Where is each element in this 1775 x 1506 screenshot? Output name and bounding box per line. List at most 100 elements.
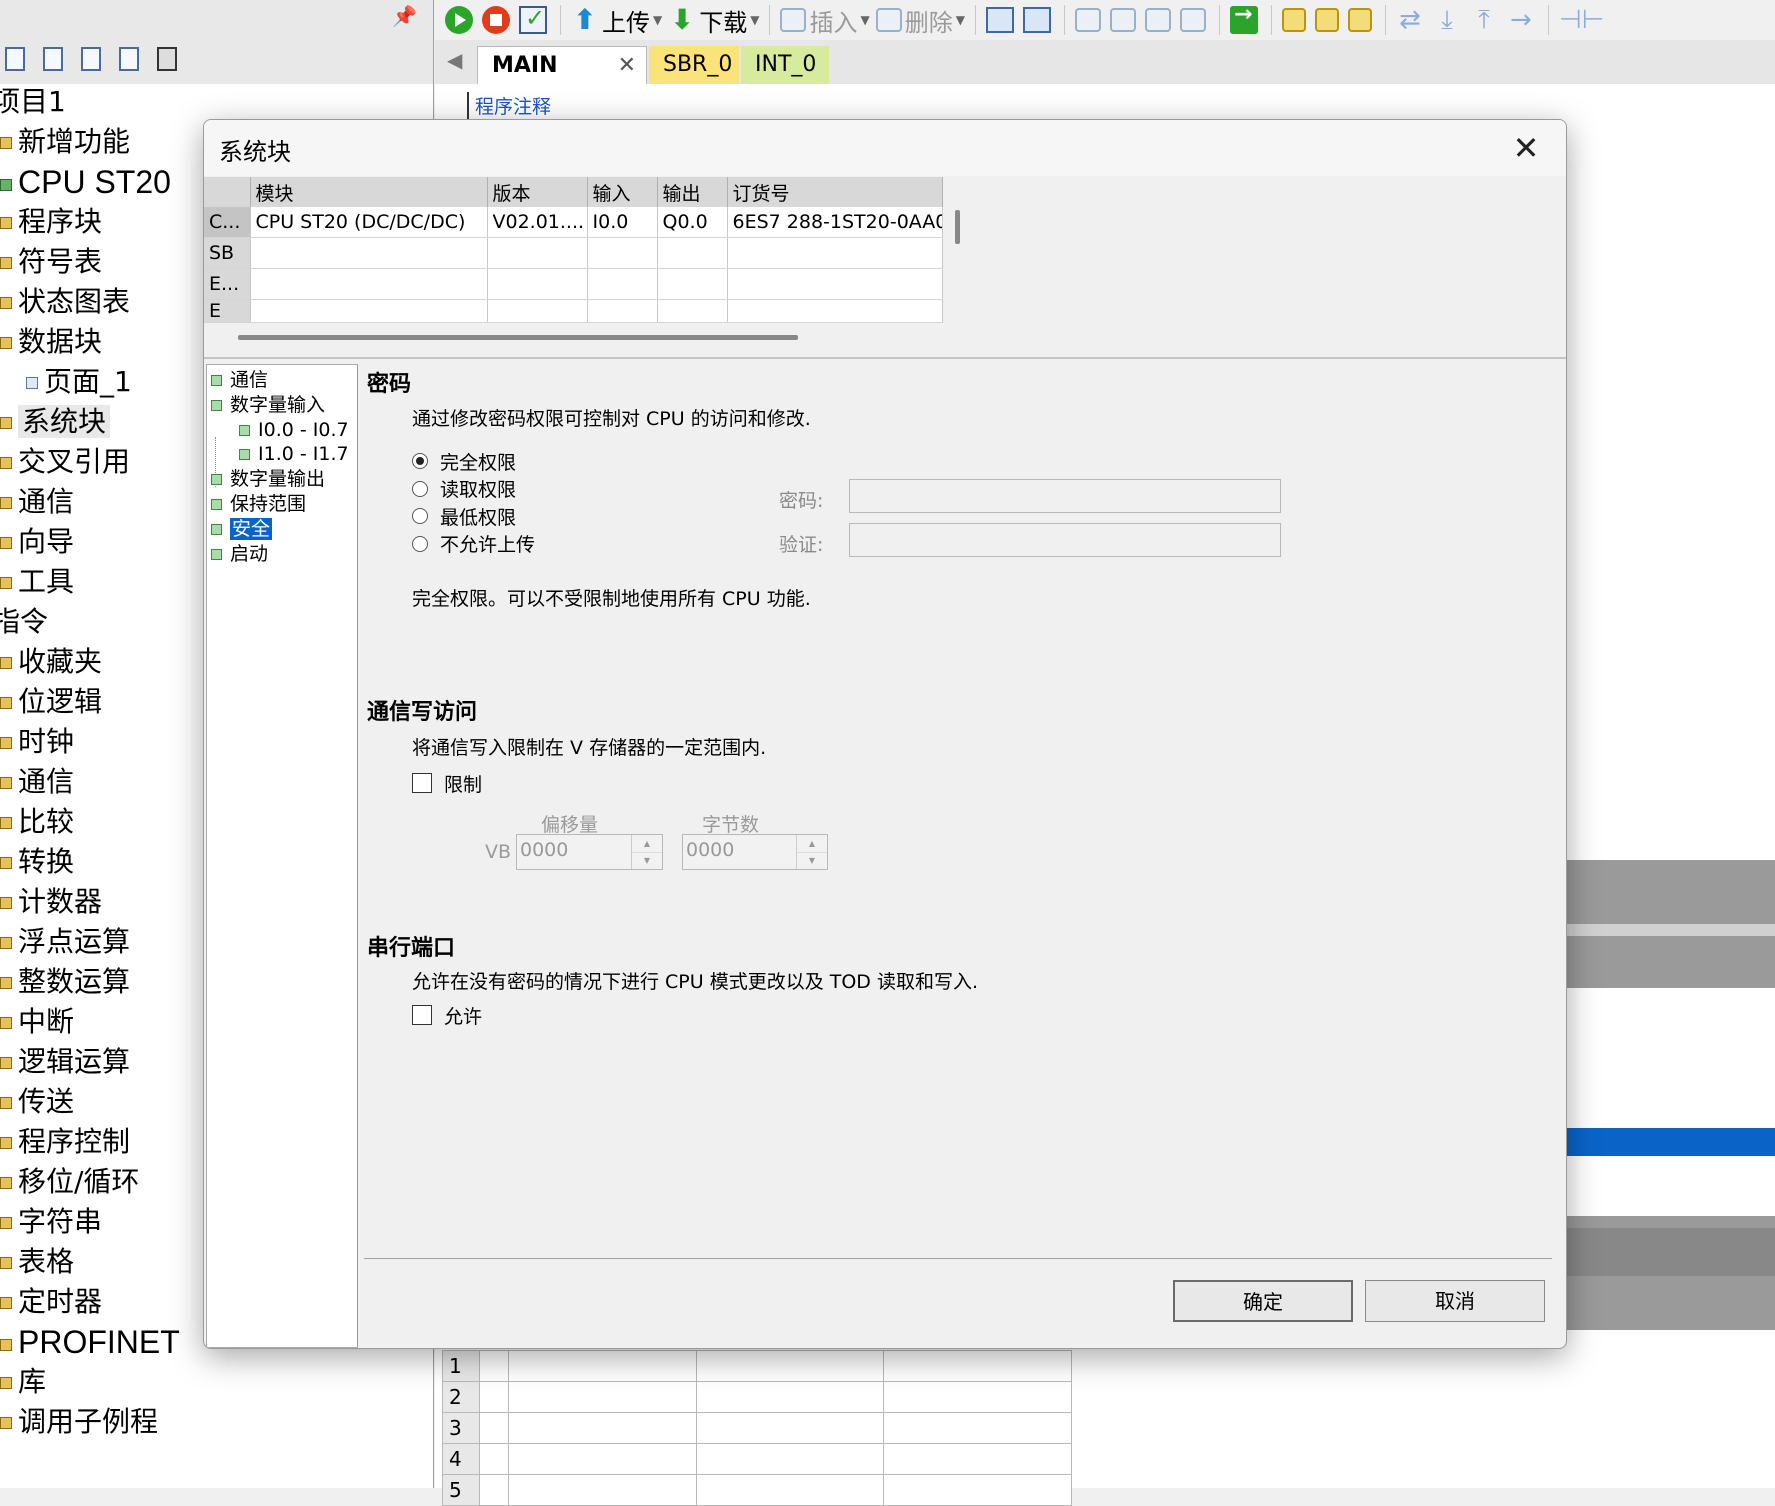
tree-item[interactable]: CPU ST20 bbox=[0, 162, 171, 202]
table-row[interactable]: 4 bbox=[442, 1443, 1072, 1475]
module-table-hscrollbar[interactable] bbox=[238, 335, 798, 340]
tree-item[interactable]: 系统块 bbox=[0, 402, 111, 442]
table-cell[interactable] bbox=[587, 237, 658, 269]
insert-button[interactable]: 插入 ▼ bbox=[780, 3, 870, 37]
table-cell[interactable]: CPU ST20 (DC/DC/DC) bbox=[250, 207, 488, 238]
download-button[interactable]: ⬇ 下载 ▼ bbox=[668, 3, 760, 37]
table-row[interactable]: 2 bbox=[442, 1381, 1072, 1413]
nav-item[interactable]: 保持范围 bbox=[211, 491, 308, 517]
table-cell[interactable] bbox=[883, 1350, 1072, 1382]
table-cell[interactable] bbox=[695, 1412, 885, 1444]
tree-item[interactable]: 比较 bbox=[0, 802, 74, 842]
nav-item[interactable]: I0.0 - I0.7 bbox=[239, 417, 351, 443]
branch-button-2[interactable]: ⤓ bbox=[1433, 3, 1464, 37]
stop-button[interactable] bbox=[482, 3, 513, 37]
tab-close-icon[interactable]: ✕ bbox=[618, 47, 636, 85]
tree-item[interactable]: 状态图表 bbox=[0, 282, 130, 322]
delete-dropdown-icon[interactable]: ▼ bbox=[956, 13, 965, 27]
module-table-vscrollbar[interactable] bbox=[955, 210, 960, 244]
tab-int0[interactable]: INT_0 bbox=[741, 46, 829, 84]
network-button-1[interactable] bbox=[985, 3, 1017, 37]
table-cell[interactable] bbox=[479, 1381, 509, 1413]
table-cell[interactable] bbox=[487, 268, 588, 300]
upload-button[interactable]: ⬆ 上传 ▼ bbox=[571, 3, 662, 37]
compile-button[interactable] bbox=[519, 3, 550, 37]
tree-item[interactable]: 页面_1 bbox=[26, 362, 132, 402]
table-cell[interactable] bbox=[479, 1412, 509, 1444]
upload-dropdown-icon[interactable]: ▼ bbox=[653, 13, 662, 27]
table-row[interactable]: E... bbox=[204, 268, 943, 300]
table-cell[interactable] bbox=[587, 268, 658, 300]
variable-table[interactable]: 12345 bbox=[442, 1350, 1072, 1506]
tree-item[interactable]: 程序块 bbox=[0, 202, 102, 242]
tree-item[interactable]: 浮点运算 bbox=[0, 922, 130, 962]
branch-button-3[interactable]: ⤒ bbox=[1470, 3, 1501, 37]
tree-item[interactable]: 项目1 bbox=[0, 82, 66, 122]
view-icon-3[interactable] bbox=[76, 44, 106, 74]
lock-button-3[interactable] bbox=[1347, 3, 1375, 37]
password-level-option[interactable]: 完全权限 bbox=[412, 447, 516, 475]
table-cell[interactable] bbox=[727, 299, 943, 323]
nav-item[interactable]: 安全 bbox=[211, 516, 274, 542]
tree-item[interactable]: 传送 bbox=[0, 1082, 74, 1122]
byte-count-up-icon[interactable]: ▲ bbox=[797, 835, 827, 853]
cancel-button[interactable]: 取消 bbox=[1365, 1280, 1545, 1322]
table-cell[interactable] bbox=[657, 237, 728, 269]
nav-item[interactable]: 数字量输出 bbox=[211, 466, 327, 492]
tree-item[interactable]: 符号表 bbox=[0, 242, 102, 282]
program-comment[interactable]: 程序注释 bbox=[467, 92, 551, 119]
clear-bookmark-button[interactable] bbox=[1179, 3, 1209, 37]
close-icon[interactable]: ✕ bbox=[1508, 130, 1544, 166]
password-input[interactable] bbox=[849, 479, 1281, 513]
tree-item[interactable]: 库 bbox=[0, 1362, 46, 1402]
tab-sbr0[interactable]: SBR_0 bbox=[649, 46, 739, 84]
table-row[interactable]: 3 bbox=[442, 1412, 1072, 1444]
pin-icon[interactable]: 📌 bbox=[392, 4, 417, 28]
tree-item[interactable]: 计数器 bbox=[0, 882, 102, 922]
tree-item[interactable]: 字符串 bbox=[0, 1202, 102, 1242]
table-cell[interactable] bbox=[657, 299, 728, 323]
tree-item[interactable]: 移位/循环 bbox=[0, 1162, 139, 1202]
table-cell[interactable]: I0.0 bbox=[587, 207, 658, 238]
byte-count-down-icon[interactable]: ▼ bbox=[797, 852, 827, 869]
table-cell[interactable] bbox=[695, 1350, 885, 1382]
tree-item[interactable]: 整数运算 bbox=[0, 962, 130, 1002]
slot-cell[interactable]: E... bbox=[204, 268, 251, 300]
tree-item[interactable]: 新增功能 bbox=[0, 122, 130, 162]
network-button-2[interactable] bbox=[1022, 3, 1054, 37]
view-icon-4[interactable] bbox=[114, 44, 144, 74]
view-icon-1[interactable] bbox=[0, 44, 30, 74]
nav-item[interactable]: I1.0 - I1.7 bbox=[239, 441, 351, 467]
tree-item[interactable]: 程序控制 bbox=[0, 1122, 130, 1162]
radio-button[interactable] bbox=[412, 480, 428, 497]
table-cell[interactable] bbox=[487, 237, 588, 269]
radio-button[interactable] bbox=[412, 453, 428, 469]
offset-stepper[interactable]: 0000 ▲ ▼ bbox=[516, 834, 663, 870]
table-cell[interactable] bbox=[479, 1350, 509, 1382]
tree-item[interactable]: 向导 bbox=[0, 522, 74, 562]
table-cell[interactable] bbox=[883, 1381, 1072, 1413]
table-cell[interactable]: 6ES7 288-1ST20-0AA0 bbox=[727, 207, 943, 238]
tree-item[interactable]: 通信 bbox=[0, 482, 74, 522]
restrict-checkbox[interactable] bbox=[412, 773, 432, 793]
bookmark-button[interactable] bbox=[1074, 3, 1104, 37]
radio-button[interactable] bbox=[412, 508, 428, 525]
table-row[interactable]: 5 bbox=[442, 1474, 1072, 1506]
ok-button[interactable]: 确定 bbox=[1173, 1280, 1353, 1322]
table-cell[interactable] bbox=[479, 1443, 509, 1475]
table-cell[interactable] bbox=[883, 1443, 1072, 1475]
table-cell[interactable] bbox=[657, 268, 728, 300]
delete-button[interactable]: 删除 ▼ bbox=[875, 3, 965, 37]
slot-cell[interactable]: E bbox=[204, 299, 251, 323]
table-cell[interactable] bbox=[487, 299, 588, 323]
goto-button[interactable] bbox=[1229, 2, 1261, 37]
tree-item[interactable]: 收藏夹 bbox=[0, 642, 102, 682]
run-button[interactable] bbox=[445, 3, 476, 37]
table-cell[interactable] bbox=[250, 268, 488, 300]
tree-item[interactable]: 交叉引用 bbox=[0, 442, 130, 482]
tree-item[interactable]: 表格 bbox=[0, 1242, 74, 1282]
table-cell[interactable] bbox=[587, 299, 658, 323]
contact-button[interactable]: ⊣⊢ bbox=[1559, 3, 1604, 37]
offset-down-icon[interactable]: ▼ bbox=[632, 852, 662, 869]
byte-count-stepper[interactable]: 0000 ▲ ▼ bbox=[682, 834, 828, 870]
